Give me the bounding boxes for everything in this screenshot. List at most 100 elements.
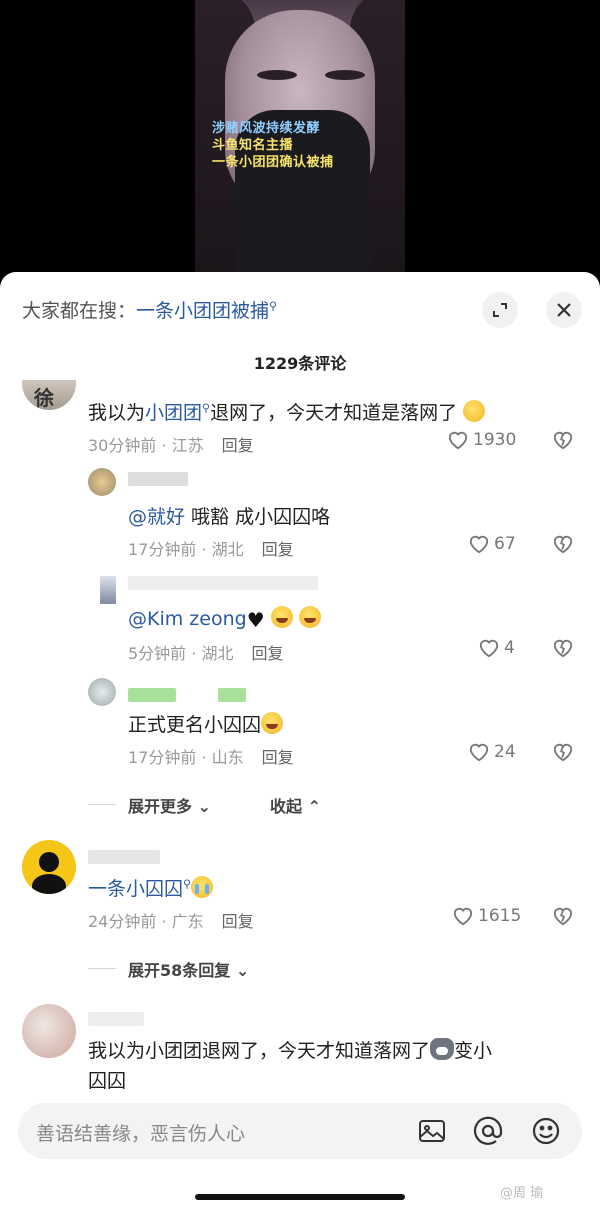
laugh-emoji-icon	[261, 712, 284, 734]
reply-button[interactable]: 回复	[251, 644, 283, 663]
comment-text-part: 囚囚	[88, 1070, 127, 1092]
expand-icon	[493, 303, 507, 317]
comment-text-part: 我以为	[88, 402, 146, 424]
search-term-link[interactable]: 一条小团团被捕	[136, 300, 269, 322]
laugh-emoji-icon	[270, 606, 293, 628]
emoji-button[interactable]	[530, 1115, 562, 1147]
dislike-button[interactable]	[552, 638, 574, 662]
video-player[interactable]: 涉赌风波持续发酵 斗鱼知名主播 一条小团团确认被捕	[0, 0, 600, 285]
comment-text-continued: 囚囚	[88, 1066, 126, 1093]
expand-replies-label: 展开58条回复	[128, 961, 231, 980]
search-suggestion[interactable]: 大家都在搜：一条小团团被捕⚲	[22, 296, 277, 323]
like-button[interactable]: 67	[468, 534, 516, 554]
reply-text-body: 正式更名小囚囚	[128, 714, 262, 736]
search-icon: ⚲	[183, 877, 192, 891]
username-blurred	[128, 472, 188, 486]
comment-location: 江苏	[171, 436, 204, 455]
chevron-up-icon: ⌃	[302, 797, 321, 816]
like-button[interactable]: 4	[478, 638, 515, 658]
heart-outline-icon	[453, 907, 473, 926]
dislike-button[interactable]	[552, 430, 574, 454]
search-prefix: 大家都在搜：	[22, 300, 137, 322]
avatar[interactable]	[88, 678, 116, 706]
reply-text: @就好 哦豁 成小囚囚咯	[128, 502, 330, 529]
video-caption: 涉赌风波持续发酵 斗鱼知名主播 一条小团团确认被捕	[212, 120, 334, 171]
comment-input[interactable]: 善语结善缘，恶言伤人心	[18, 1103, 582, 1159]
like-button[interactable]: 1615	[452, 906, 521, 926]
mention-button[interactable]	[472, 1115, 504, 1147]
avatar[interactable]	[22, 840, 76, 894]
comment-link[interactable]: 一条小囚囚	[88, 878, 183, 900]
reply-button[interactable]: 回复	[222, 912, 254, 931]
heart-outline-icon	[448, 431, 468, 450]
watermark: @周 瑜	[500, 1186, 544, 1201]
reply-text: @Kim zeong♥	[128, 606, 321, 632]
close-icon	[557, 303, 571, 317]
avatar[interactable]	[100, 576, 116, 604]
comment-count: 1229条评论	[253, 354, 347, 373]
laugh-emoji-icon	[298, 606, 321, 628]
video-caption-line-1: 涉赌风波持续发酵	[212, 121, 321, 136]
comment-sheet: 大家都在搜：一条小团团被捕⚲ 1229条评论 徐 我以为小团团⚲退网了，今天才知…	[0, 272, 600, 1211]
smile-emoji-icon	[463, 400, 486, 422]
mention-link[interactable]: @就好	[128, 506, 185, 528]
expand-button[interactable]	[482, 292, 518, 328]
like-button[interactable]: 1930	[447, 430, 516, 450]
comment-time: 30分钟前	[88, 436, 157, 455]
search-icon: ⚲	[202, 401, 211, 415]
close-button[interactable]	[546, 292, 582, 328]
expand-more-label: 展开更多	[128, 797, 193, 816]
reply-text-body: 哦豁 成小囚囚咯	[185, 506, 331, 528]
expand-more-button[interactable]: 展开更多 ⌄	[128, 793, 211, 817]
comment-meta: 24分钟前 · 广东 回复	[88, 912, 254, 931]
comment-location: 湖北	[201, 644, 234, 663]
comment-meta: 17分钟前 · 湖北 回复	[128, 540, 294, 559]
avatar[interactable]	[88, 468, 116, 496]
video-caption-line-3: 一条小团团确认被捕	[212, 155, 334, 170]
comment-location: 山东	[211, 748, 244, 767]
username-blurred	[218, 688, 246, 702]
like-button[interactable]: 24	[468, 742, 516, 762]
mention-link[interactable]: @Kim zeong	[128, 608, 247, 630]
chevron-down-icon: ⌄	[192, 797, 211, 816]
broken-heart-icon	[553, 743, 573, 762]
broken-heart-icon	[553, 639, 573, 658]
black-heart-icon: ♥	[246, 608, 265, 632]
search-icon: ⚲	[269, 299, 278, 313]
cat-emoji-icon	[430, 1038, 455, 1060]
reply-button[interactable]: 回复	[222, 436, 254, 455]
comment-time: 24分钟前	[88, 912, 157, 931]
collapse-button[interactable]: 收起 ⌃	[270, 793, 321, 817]
comment-link[interactable]: 小团团	[145, 402, 202, 424]
comment-location: 广东	[171, 912, 204, 931]
comment-text: 我以为小团团退网了，今天才知道落网了 变小	[88, 1036, 492, 1063]
dislike-button[interactable]	[552, 534, 574, 558]
username-blurred	[128, 688, 176, 702]
home-indicator[interactable]	[195, 1194, 405, 1200]
image-button[interactable]	[416, 1115, 448, 1147]
like-count: 67	[494, 534, 516, 554]
reply-text: 正式更名小囚囚	[128, 710, 284, 737]
username-blurred	[88, 850, 160, 864]
expand-replies-button[interactable]: 展开58条回复 ⌄	[128, 957, 249, 981]
broken-heart-icon	[553, 535, 573, 554]
reply-button[interactable]: 回复	[262, 540, 294, 559]
comment-time: 17分钟前	[128, 748, 197, 767]
dislike-button[interactable]	[552, 742, 574, 766]
comment-meta: 17分钟前 · 山东 回复	[128, 748, 294, 767]
dislike-button[interactable]	[552, 906, 574, 930]
avatar[interactable]: 徐	[22, 380, 76, 410]
video-caption-line-2: 斗鱼知名主播	[212, 138, 294, 153]
heart-outline-icon	[469, 535, 489, 554]
comment-text-part: 变小	[454, 1040, 493, 1062]
like-count: 1615	[478, 906, 522, 926]
like-count: 1930	[473, 430, 517, 450]
avatar[interactable]	[22, 1004, 76, 1058]
comment-time: 17分钟前	[128, 540, 197, 559]
reply-button[interactable]: 回复	[262, 748, 294, 767]
comment-location: 湖北	[211, 540, 244, 559]
cry-emoji-icon	[191, 876, 214, 898]
username-blurred	[128, 576, 318, 590]
heart-outline-icon	[479, 639, 499, 658]
video-eye-right	[325, 70, 365, 80]
